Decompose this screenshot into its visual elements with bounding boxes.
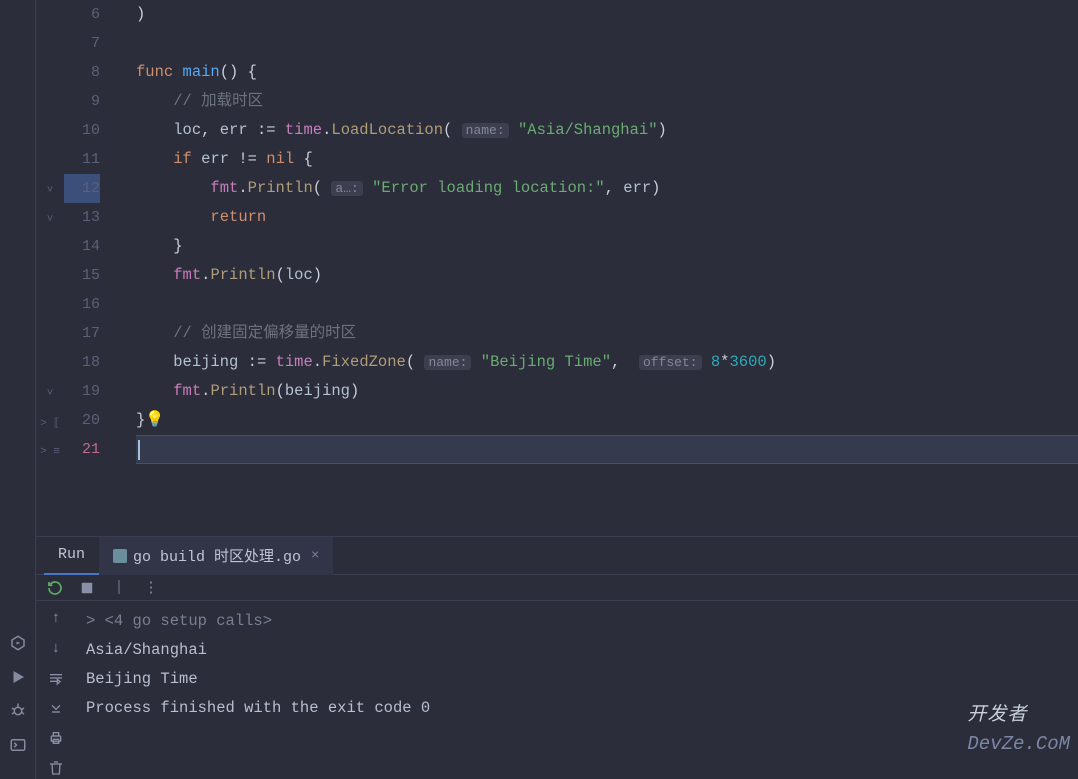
tab-label: go build 时区处理.go [133,545,301,566]
inlay-hint: name: [462,123,509,138]
panel-tabs: Run go build 时区处理.go × [36,537,1078,575]
console-line: Beijing Time [86,665,1068,694]
console-output[interactable]: > <4 go setup calls> Asia/Shanghai Beiji… [76,601,1078,779]
scroll-down-icon[interactable]: ↓ [45,637,67,659]
close-icon[interactable]: × [311,548,319,564]
intention-bulb-icon[interactable]: 💡 [145,411,164,429]
more-icon[interactable]: ⋮ [142,579,160,597]
tab-run[interactable]: Run [44,537,99,575]
rerun-icon[interactable] [46,579,64,597]
panel-toolbar: | ⋮ [36,575,1078,601]
inlay-hint: a…: [331,181,362,196]
run-tool-icon[interactable] [8,667,28,687]
tool-window-bar [0,0,36,779]
print-icon[interactable] [45,727,67,749]
fold-gutter: ˅˅ ˅> ⟦> ≡ [36,0,64,536]
soft-wrap-icon[interactable] [45,667,67,689]
scroll-to-end-icon[interactable] [45,697,67,719]
scroll-up-icon[interactable]: ↑ [45,607,67,629]
trash-icon[interactable] [45,757,67,779]
console-line: Process finished with the exit code 0 [86,694,1068,723]
line-number-gutter: 6 7 8 9 10 11 12 13 14 15 16 17 18 19 20… [64,0,112,536]
fold-icon[interactable]: > [86,612,105,630]
bottom-panel: Run go build 时区处理.go × | ⋮ ↑ ↓ > < [36,536,1078,779]
tab-build-config[interactable]: go build 时区处理.go × [99,537,333,575]
terminal-icon[interactable] [8,735,28,755]
editor-area[interactable]: ˅˅ ˅> ⟦> ≡ 6 7 8 9 10 11 12 13 14 15 16 … [36,0,1078,536]
inlay-hint: name: [424,355,471,370]
stop-icon[interactable] [78,579,96,597]
services-icon[interactable] [8,633,28,653]
debug-icon[interactable] [8,701,28,721]
run-gutter: ↑ ↓ [36,601,76,779]
divider: | [110,579,128,597]
inlay-hint: offset: [639,355,702,370]
console-line: Asia/Shanghai [86,636,1068,665]
go-file-icon [113,549,127,563]
main-column: ˅˅ ˅> ⟦> ≡ 6 7 8 9 10 11 12 13 14 15 16 … [36,0,1078,779]
code-content[interactable]: ) func main() { // 加载时区 loc, err := time… [112,0,1078,536]
caret [138,440,140,460]
